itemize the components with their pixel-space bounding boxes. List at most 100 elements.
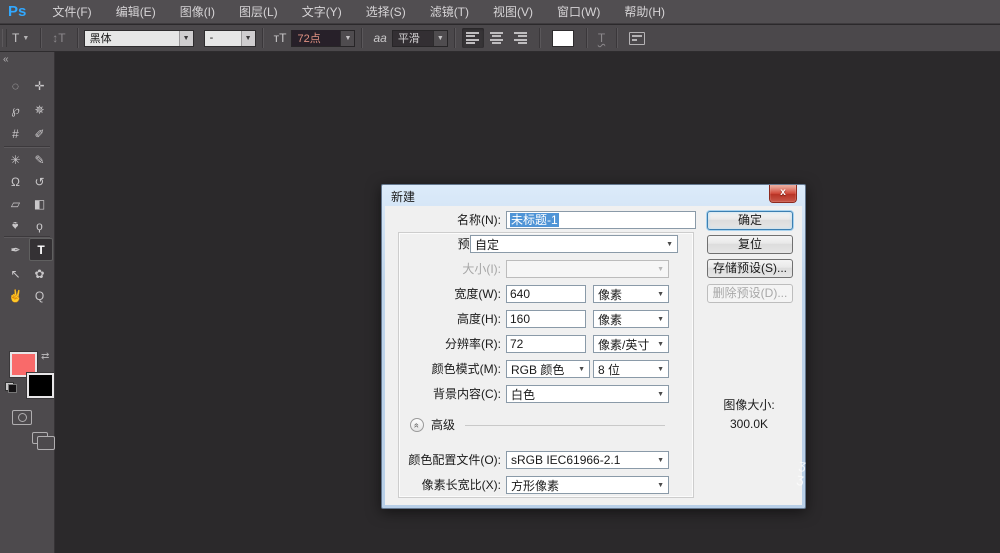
text-orientation-icon: ↕T [52, 31, 65, 45]
history-brush-tool[interactable]: ↺ [29, 172, 50, 192]
menu-layer[interactable]: 图层(L) [227, 0, 290, 24]
menu-type[interactable]: 文字(Y) [290, 0, 354, 24]
lasso-tool[interactable]: ℘ [5, 100, 26, 120]
font-family-select[interactable]: 黑体 ▼ [84, 30, 194, 47]
chevron-down-icon[interactable]: ▼ [433, 31, 447, 46]
menu-help[interactable]: 帮助(H) [612, 0, 677, 24]
close-icon: x [780, 187, 786, 198]
switch-colors-icon[interactable]: ⇄ [41, 351, 49, 362]
new-document-dialog: 新建 x 名称(N): 未标题-1 预设(P): 自定 大小(I): [381, 184, 806, 509]
color-profile-label: 颜色配置文件(O): [385, 451, 501, 469]
elliptical-marquee-tool[interactable]: ◌ [5, 76, 26, 96]
collapse-toolbar-icon[interactable]: « [3, 54, 9, 65]
move-tool[interactable]: ✛ [29, 76, 50, 96]
custom-shape-tool[interactable]: ✿ [29, 264, 50, 284]
image-size-label: 图像大小: [703, 396, 795, 413]
color-profile-row: 颜色配置文件(O): sRGB IEC61966-2.1 [385, 451, 802, 469]
crop-tool[interactable]: # [5, 124, 26, 144]
toggle-panels-button[interactable] [629, 32, 645, 45]
magic-wand-tool[interactable]: ✵ [29, 100, 50, 120]
font-style-select[interactable]: - ▼ [204, 30, 256, 47]
separator [454, 28, 455, 48]
warp-text-button[interactable]: T [593, 29, 610, 47]
default-colors-icon[interactable] [5, 382, 17, 393]
pixel-aspect-select[interactable]: 方形像素 [506, 476, 669, 494]
screen-mode-button[interactable] [32, 432, 48, 444]
background-color-swatch[interactable] [27, 373, 54, 398]
align-center-icon [490, 30, 503, 46]
type-tool-icon: T [12, 31, 19, 45]
type-tool[interactable]: T [29, 238, 53, 261]
height-label: 高度(H): [385, 310, 501, 328]
color-mode-label: 颜色模式(M): [385, 360, 501, 378]
image-size-value: 300.0K [703, 417, 795, 431]
background-label: 背景内容(C): [385, 385, 501, 403]
align-center-button[interactable] [486, 28, 508, 48]
save-preset-button[interactable]: 存储预设(S)... [707, 259, 793, 278]
quick-mask-button[interactable] [12, 410, 32, 425]
ok-button[interactable]: 确定 [707, 211, 793, 230]
resolution-input[interactable]: 72 [506, 335, 586, 353]
eraser-tool[interactable]: ▱ [5, 194, 26, 214]
eyedropper-tool[interactable]: ✐ [29, 124, 50, 144]
align-right-icon [514, 30, 527, 46]
brush-tool[interactable]: ✎ [29, 150, 50, 170]
menu-view[interactable]: 视图(V) [481, 0, 545, 24]
chevron-down-icon[interactable]: ▼ [179, 31, 193, 46]
anti-alias-icon: aa [368, 29, 391, 47]
height-unit-select[interactable]: 像素 [593, 310, 669, 328]
width-label: 宽度(W): [385, 285, 501, 303]
menu-select[interactable]: 选择(S) [354, 0, 418, 24]
pixel-aspect-label: 像素长宽比(X): [385, 476, 501, 494]
size-select [506, 260, 669, 278]
bit-depth-select[interactable]: 8 位 [593, 360, 669, 378]
dodge-tool[interactable]: ϙ [29, 216, 50, 236]
color-profile-select[interactable]: sRGB IEC61966-2.1 [506, 451, 669, 469]
chevron-down-icon[interactable]: ▼ [340, 31, 354, 46]
separator [586, 28, 587, 48]
healing-brush-tool[interactable]: ✳ [5, 150, 26, 170]
color-mode-row: 颜色模式(M): RGB 颜色 8 位 [385, 360, 802, 378]
background-select[interactable]: 白色 [506, 385, 669, 403]
align-right-button[interactable] [510, 28, 532, 48]
color-mode-select[interactable]: RGB 颜色 [506, 360, 590, 378]
advanced-toggle-button[interactable]: « [410, 418, 424, 432]
tool-palette: « ◌ ✛ ℘ ✵ # ✐ ✳ ✎ Ω ↺ ▱ ◧ ♠ ϙ ✒ T ↖ ✿ ✌ … [0, 52, 55, 553]
menu-edit[interactable]: 编辑(E) [104, 0, 168, 24]
menu-bar: Ps 文件(F) 编辑(E) 图像(I) 图层(L) 文字(Y) 选择(S) 滤… [0, 0, 1000, 24]
reset-button[interactable]: 复位 [707, 235, 793, 254]
close-button[interactable]: x [769, 185, 797, 203]
chevron-down-icon[interactable]: ▼ [241, 31, 255, 46]
text-orientation-toggle[interactable]: ↕T [47, 29, 70, 47]
path-selection-tool[interactable]: ↖ [5, 264, 26, 284]
anti-alias-select[interactable]: 平滑 ▼ [392, 30, 448, 47]
pen-tool[interactable]: ✒ [5, 240, 26, 260]
resolution-unit-select[interactable]: 像素/英寸 [593, 335, 669, 353]
chevron-up-icon: « [410, 423, 423, 428]
delete-preset-button: 删除预设(D)... [707, 284, 793, 303]
font-size-select[interactable]: 72点 ▼ [291, 30, 355, 47]
width-input[interactable]: 640 [506, 285, 586, 303]
blur-tool[interactable]: ♠ [5, 216, 26, 236]
preset-select[interactable]: 自定 [470, 235, 678, 253]
separator [616, 28, 617, 48]
width-unit-select[interactable]: 像素 [593, 285, 669, 303]
clone-stamp-tool[interactable]: Ω [5, 172, 26, 192]
menu-image[interactable]: 图像(I) [168, 0, 227, 24]
menu-filter[interactable]: 滤镜(T) [418, 0, 481, 24]
name-input[interactable]: 未标题-1 [506, 211, 696, 229]
pixel-aspect-row: 像素长宽比(X): 方形像素 [385, 476, 802, 494]
menu-file[interactable]: 文件(F) [40, 0, 103, 24]
separator [539, 28, 540, 48]
menu-window[interactable]: 窗口(W) [545, 0, 612, 24]
dialog-body: 名称(N): 未标题-1 预设(P): 自定 大小(I): 宽度(W): [385, 206, 802, 505]
tool-preset-picker[interactable]: T ▼ [7, 29, 34, 47]
divider [4, 236, 50, 237]
align-left-button[interactable] [462, 28, 484, 48]
gradient-tool[interactable]: ◧ [29, 194, 50, 214]
height-input[interactable]: 160 [506, 310, 586, 328]
zoom-tool[interactable]: Q [29, 286, 50, 306]
options-bar: T ▼ ↕T 黑体 ▼ - ▼ ᴛT 72点 ▼ aa 平滑 ▼ [0, 25, 1000, 52]
hand-tool[interactable]: ✌ [5, 286, 26, 306]
text-color-swatch[interactable] [552, 30, 574, 47]
